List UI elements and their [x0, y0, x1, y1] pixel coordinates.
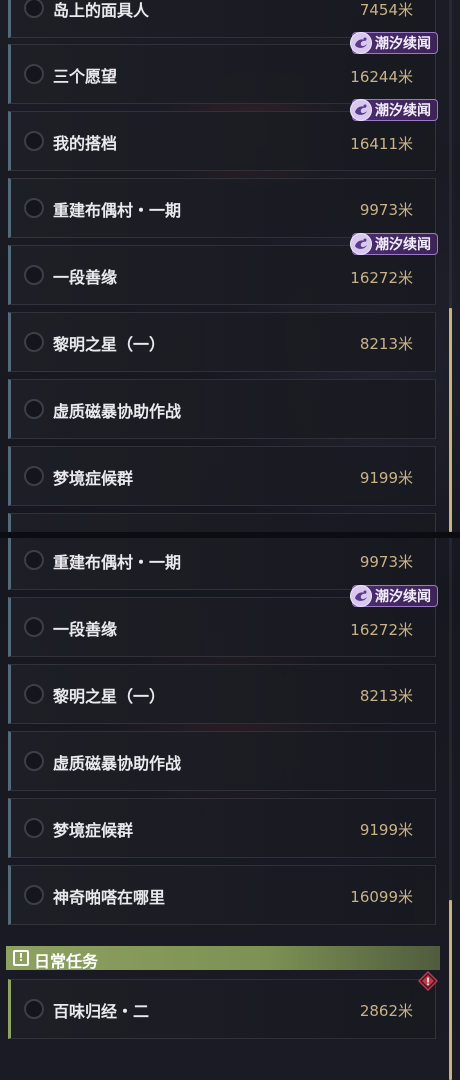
quest-distance: 9199米	[359, 821, 413, 839]
wave-swirl-icon	[350, 32, 372, 54]
quest-name: 虚质磁暴协助作战	[53, 402, 182, 421]
quest-name: 重建布偶村・一期	[53, 553, 182, 572]
diamond-alert-icon	[418, 971, 438, 991]
quest-item[interactable]: 神奇啪嗒在哪里 16099米	[8, 865, 436, 925]
radio-circle-icon[interactable]	[24, 617, 44, 637]
quest-item[interactable]: 一段善缘 16272米 潮汐续闻	[8, 233, 438, 305]
radio-circle-icon[interactable]	[24, 0, 44, 18]
quest-distance: 8213米	[359, 335, 413, 353]
quest-item[interactable]: 黎明之星（一） 8213米	[8, 664, 436, 724]
quest-name: 梦境症候群	[53, 469, 134, 488]
quest-name: 黎明之星（一）	[53, 687, 166, 706]
quest-name: 一段善缘	[53, 268, 118, 287]
section-title: 日常任务	[34, 952, 99, 971]
wave-swirl-icon	[350, 99, 372, 121]
radio-circle-icon[interactable]	[24, 550, 44, 570]
wave-swirl-icon	[350, 233, 372, 255]
tide-tag: 潮汐续闻	[350, 585, 438, 607]
radio-circle-icon[interactable]	[24, 198, 44, 218]
quest-name: 黎明之星（一）	[53, 335, 166, 354]
quest-item[interactable]: 虚质磁暴协助作战	[8, 379, 436, 439]
quest-name: 我的搭档	[53, 134, 118, 153]
quest-distance: 9973米	[359, 201, 413, 219]
quest-item[interactable]: 虚质磁暴协助作战	[8, 731, 436, 791]
radio-circle-icon[interactable]	[24, 64, 44, 84]
quest-list-top: 岛上的面具人 7454米 三个愿望 16244米 潮汐续闻 我的搭档 16411…	[0, 0, 460, 532]
tag-label: 潮汐续闻	[375, 36, 431, 52]
quest-distance: 9973米	[359, 553, 413, 571]
quest-distance: 9199米	[359, 469, 413, 487]
quest-name: 一段善缘	[53, 620, 118, 639]
quest-distance: 7454米	[359, 1, 413, 19]
quest-distance: 16272米	[350, 621, 413, 639]
quest-distance: 16244米	[350, 68, 413, 86]
quest-name: 梦境症候群	[53, 821, 134, 840]
radio-circle-icon[interactable]	[24, 131, 44, 151]
quest-item[interactable]: 三个愿望 16244米 潮汐续闻	[8, 32, 438, 104]
quest-name: 神奇啪嗒在哪里	[53, 888, 166, 907]
quest-distance: 2862米	[359, 1002, 413, 1020]
tag-label: 潮汐续闻	[375, 237, 431, 253]
exclamation-icon: !	[13, 950, 29, 966]
quest-distance: 16411米	[350, 135, 413, 153]
quest-item-partial[interactable]	[8, 513, 436, 532]
radio-circle-icon[interactable]	[24, 684, 44, 704]
daily-section-header[interactable]: ! 日常任务	[6, 946, 440, 971]
radio-circle-icon[interactable]	[24, 818, 44, 838]
quest-name: 重建布偶村・一期	[53, 201, 182, 220]
quest-item[interactable]: 梦境症候群 9199米	[8, 798, 436, 858]
wave-swirl-icon	[350, 585, 372, 607]
tag-label: 潮汐续闻	[375, 103, 431, 119]
radio-circle-icon[interactable]	[24, 466, 44, 486]
tag-label: 潮汐续闻	[375, 589, 431, 605]
tide-tag: 潮汐续闻	[350, 233, 438, 255]
quest-item[interactable]: 重建布偶村・一期 9973米	[8, 178, 436, 238]
quest-item-daily[interactable]: 百味归经・二 2862米	[8, 971, 438, 1039]
radio-circle-icon[interactable]	[24, 999, 44, 1019]
quest-distance: 8213米	[359, 687, 413, 705]
quest-distance: 16272米	[350, 269, 413, 287]
radio-circle-icon[interactable]	[24, 332, 44, 352]
quest-item[interactable]: 梦境症候群 9199米	[8, 446, 436, 506]
scrollbar-thumb[interactable]	[449, 308, 452, 532]
tide-tag: 潮汐续闻	[350, 99, 438, 121]
tide-tag: 潮汐续闻	[350, 32, 438, 54]
quest-item[interactable]: 黎明之星（一） 8213米	[8, 312, 436, 372]
radio-circle-icon[interactable]	[24, 885, 44, 905]
radio-circle-icon[interactable]	[24, 265, 44, 285]
quest-name: 百味归经・二	[53, 1002, 150, 1021]
quest-distance: 16099米	[350, 888, 413, 906]
quest-name: 虚质磁暴协助作战	[53, 754, 182, 773]
quest-item[interactable]: 重建布偶村・一期 9973米	[8, 538, 436, 590]
quest-item[interactable]: 我的搭档 16411米 潮汐续闻	[8, 99, 438, 171]
scrollbar-thumb[interactable]	[449, 900, 452, 1080]
radio-circle-icon[interactable]	[24, 399, 44, 419]
radio-circle-icon[interactable]	[24, 751, 44, 771]
quest-item[interactable]: 一段善缘 16272米 潮汐续闻	[8, 585, 438, 657]
quest-name: 三个愿望	[53, 67, 118, 86]
quest-name: 岛上的面具人	[53, 1, 150, 20]
